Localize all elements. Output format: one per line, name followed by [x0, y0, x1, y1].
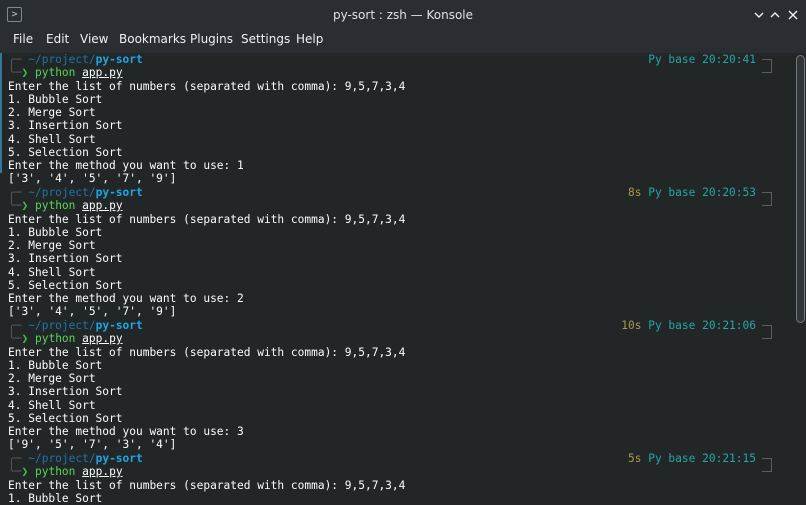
focus-accent	[0, 53, 2, 173]
terminal-scrollbar[interactable]	[794, 53, 806, 503]
menu-bar: File Edit View Bookmarks Plugins Setting…	[0, 31, 806, 53]
menu-plugins[interactable]: Plugins	[190, 31, 233, 48]
menu-help[interactable]: Help	[296, 31, 323, 48]
output-line: 4. Shell Sort	[8, 133, 96, 146]
output-line: ['3', '4', '5', '7', '9']	[8, 172, 177, 185]
terminal-output[interactable]: ╭─ ~/project/py-sort Py base 20:20:41 ╰─…	[0, 53, 794, 505]
maximize-icon[interactable]	[767, 7, 783, 23]
scrollbar-thumb[interactable]	[796, 55, 805, 323]
prompt-frame-corner	[762, 465, 772, 472]
output-line: 1. Bubble Sort	[8, 226, 103, 239]
output-line: 3. Insertion Sort	[8, 385, 123, 398]
window-title: py-sort : zsh — Konsole	[332, 8, 474, 22]
output-line: 1. Bubble Sort	[8, 359, 103, 372]
right-prompt: Py base 20:20:41	[648, 53, 756, 66]
prompt-frame-corner	[762, 332, 772, 339]
prompt-line: ╭─ ~/project/py-sort	[8, 452, 143, 465]
command-line: ╰─❯ python app.py	[8, 332, 123, 345]
minimize-icon[interactable]	[751, 7, 767, 23]
close-icon[interactable]	[785, 7, 801, 23]
prompt-frame-corner	[762, 66, 772, 73]
output-line: 2. Merge Sort	[8, 106, 96, 119]
output-line: 3. Insertion Sort	[8, 252, 123, 265]
menu-edit[interactable]: Edit	[46, 31, 69, 48]
output-line: Enter the method you want to use: 2	[8, 292, 244, 305]
output-line: 2. Merge Sort	[8, 372, 96, 385]
command-line: ╰─❯ python app.py	[8, 66, 123, 79]
output-line: 5. Selection Sort	[8, 412, 123, 425]
output-line: Enter the method you want to use: 1	[8, 159, 244, 172]
right-prompt: 5s Py base 20:21:15	[627, 452, 756, 465]
output-line: 5. Selection Sort	[8, 279, 123, 292]
right-prompt: 10s Py base 20:21:06	[621, 319, 756, 332]
title-bar[interactable]: > py-sort : zsh — Konsole	[0, 0, 806, 32]
output-line: Enter the list of numbers (separated wit…	[8, 479, 406, 492]
output-line: ['9', '5', '7', '3', '4']	[8, 438, 177, 451]
prompt-line: ╭─ ~/project/py-sort	[8, 53, 143, 66]
output-line: Enter the list of numbers (separated wit…	[8, 213, 406, 226]
prompt-line: ╭─ ~/project/py-sort	[8, 319, 143, 332]
output-line: 3. Insertion Sort	[8, 119, 123, 132]
output-line: 1. Bubble Sort	[8, 492, 103, 505]
output-line: 2. Merge Sort	[8, 239, 96, 252]
output-line: ['3', '4', '5', '7', '9']	[8, 305, 177, 318]
menu-settings[interactable]: Settings	[241, 31, 290, 48]
output-line: Enter the method you want to use: 3	[8, 425, 244, 438]
right-prompt: 8s Py base 20:20:53	[627, 186, 756, 199]
menu-file[interactable]: File	[13, 31, 33, 48]
prompt-frame-corner	[762, 199, 772, 206]
prompt-line: ╭─ ~/project/py-sort	[8, 186, 143, 199]
menu-bookmarks[interactable]: Bookmarks	[119, 31, 186, 48]
menu-view[interactable]: View	[80, 31, 108, 48]
output-line: 5. Selection Sort	[8, 146, 123, 159]
command-line: ╰─❯ python app.py	[8, 199, 123, 212]
output-line: 1. Bubble Sort	[8, 93, 103, 106]
output-line: 4. Shell Sort	[8, 266, 96, 279]
output-line: 4. Shell Sort	[8, 399, 96, 412]
output-line: Enter the list of numbers (separated wit…	[8, 346, 406, 359]
command-line: ╰─❯ python app.py	[8, 465, 123, 478]
output-line: Enter the list of numbers (separated wit…	[8, 80, 406, 93]
